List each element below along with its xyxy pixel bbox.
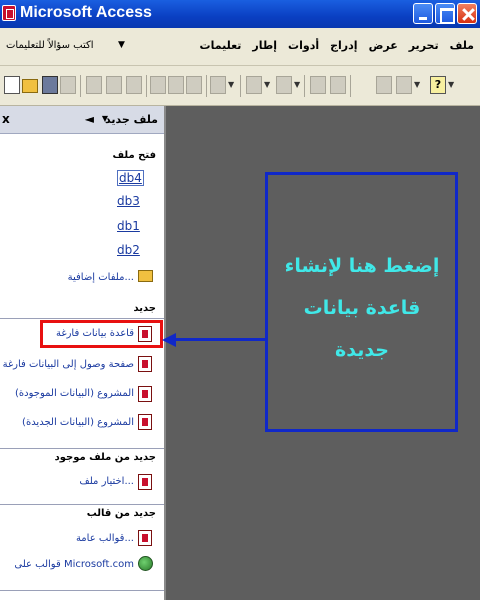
back-icon[interactable]: ◄ <box>85 112 94 126</box>
section-new-from-existing: جديد من ملف موجود <box>54 452 156 463</box>
help-dropdown-icon[interactable]: ▼ <box>118 40 125 50</box>
menu-file[interactable]: ملف <box>450 39 474 52</box>
new-object-icon[interactable] <box>376 76 392 94</box>
new-object-dropdown-icon[interactable]: ▼ <box>414 80 420 89</box>
minimize-button[interactable] <box>413 3 433 24</box>
more-files-link[interactable]: ملفات إضافية... <box>68 272 134 283</box>
general-templates-link[interactable]: قوالب عامة... <box>76 533 134 544</box>
analyze-icon[interactable] <box>276 76 292 94</box>
callout-text: إضغط هنا لإنشاء قاعدة بيانات جديدة <box>284 255 440 361</box>
access-app-icon[interactable] <box>2 5 16 21</box>
project-existing-data-link[interactable]: المشروع (البيانات الموجودة) <box>15 388 134 399</box>
menu-items: ملف تحرير عرض إدراج أدوات إطار تعليمات <box>200 39 474 52</box>
section-new-from-template: جديد من قالب <box>86 508 156 519</box>
templates-online-link[interactable]: قوالب على Microsoft.com <box>14 559 134 570</box>
globe-icon <box>138 556 153 571</box>
task-pane-header: x ◄ ▼ ملف جديد <box>0 106 164 134</box>
close-icon[interactable]: x <box>2 112 16 126</box>
recent-file-link[interactable]: db2 <box>117 243 140 257</box>
office-links-icon[interactable] <box>246 76 262 94</box>
undo-dropdown-icon[interactable]: ▼ <box>228 80 234 89</box>
data-access-page-icon <box>138 356 152 372</box>
project-new-icon <box>138 414 152 430</box>
menu-insert[interactable]: إدراج <box>330 39 357 52</box>
new-icon[interactable] <box>4 76 20 94</box>
general-templates-icon <box>138 530 152 546</box>
recent-file-link[interactable]: db4 <box>117 170 144 186</box>
help-icon[interactable]: ? <box>430 76 446 94</box>
open-icon[interactable] <box>22 79 38 93</box>
section-divider <box>0 504 164 505</box>
recent-file-link[interactable]: db3 <box>117 194 140 208</box>
choose-file-icon <box>138 474 152 490</box>
window-title: Microsoft Access <box>20 4 152 21</box>
highlight-box <box>40 320 163 348</box>
help-question-input[interactable]: اكتب سؤالاً للتعليمات <box>6 40 94 51</box>
menu-edit[interactable]: تحرير <box>409 39 439 52</box>
menu-window[interactable]: إطار <box>252 39 277 52</box>
maximize-button[interactable] <box>435 3 455 24</box>
menu-help[interactable]: تعليمات <box>200 39 242 52</box>
task-pane: x ◄ ▼ ملف جديد فتح ملف db4 db3 db1 db2 م… <box>0 106 166 600</box>
close-button[interactable] <box>457 3 477 24</box>
help-dropdown-icon[interactable]: ▼ <box>448 80 454 89</box>
project-existing-icon <box>138 386 152 402</box>
relationships-icon[interactable] <box>330 76 346 94</box>
properties-icon[interactable] <box>310 76 326 94</box>
copy-icon[interactable] <box>168 76 184 94</box>
section-divider <box>0 590 164 591</box>
task-pane-title: ملف جديد <box>105 113 158 126</box>
print-icon[interactable] <box>86 76 102 94</box>
choose-file-link[interactable]: اختيار ملف... <box>79 476 134 487</box>
project-new-data-link[interactable]: المشروع (البيانات الجديدة) <box>22 417 134 428</box>
folder-icon <box>138 270 153 282</box>
toolbar-separator <box>350 75 351 97</box>
toolbar-separator <box>240 75 241 97</box>
section-divider <box>0 318 164 319</box>
spell-icon[interactable] <box>126 76 142 94</box>
analyze-dropdown-icon[interactable]: ▼ <box>294 80 300 89</box>
cut-icon[interactable] <box>150 76 166 94</box>
instruction-callout: إضغط هنا لإنشاء قاعدة بيانات جديدة <box>265 172 458 432</box>
search-icon[interactable] <box>60 76 76 94</box>
annotation-arrow <box>174 338 266 341</box>
section-divider <box>0 448 164 449</box>
title-bar: Microsoft Access <box>0 0 480 28</box>
undo-icon[interactable] <box>210 76 226 94</box>
office-links-dropdown-icon[interactable]: ▼ <box>264 80 270 89</box>
paste-icon[interactable] <box>186 76 202 94</box>
toolbar-separator <box>146 75 147 97</box>
blank-data-access-page-link[interactable]: صفحة وصول إلى البيانات فارغة <box>3 359 134 370</box>
toolbar-separator <box>80 75 81 97</box>
toolbar-separator <box>304 75 305 97</box>
save-icon[interactable] <box>42 76 58 94</box>
section-new: جديد <box>133 303 156 314</box>
recent-file-link[interactable]: db1 <box>117 219 140 233</box>
menu-bar: ملف تحرير عرض إدراج أدوات إطار تعليمات ا… <box>0 28 480 66</box>
section-open-file: فتح ملف <box>112 150 156 161</box>
new-object-icon[interactable] <box>396 76 412 94</box>
menu-view[interactable]: عرض <box>369 39 398 52</box>
toolbar-separator <box>206 75 207 97</box>
standard-toolbar: ▼ ▼ ▼ ▼ ? ▼ <box>0 66 480 106</box>
arrow-head-icon <box>162 333 176 347</box>
menu-tools[interactable]: أدوات <box>288 39 319 52</box>
preview-icon[interactable] <box>106 76 122 94</box>
